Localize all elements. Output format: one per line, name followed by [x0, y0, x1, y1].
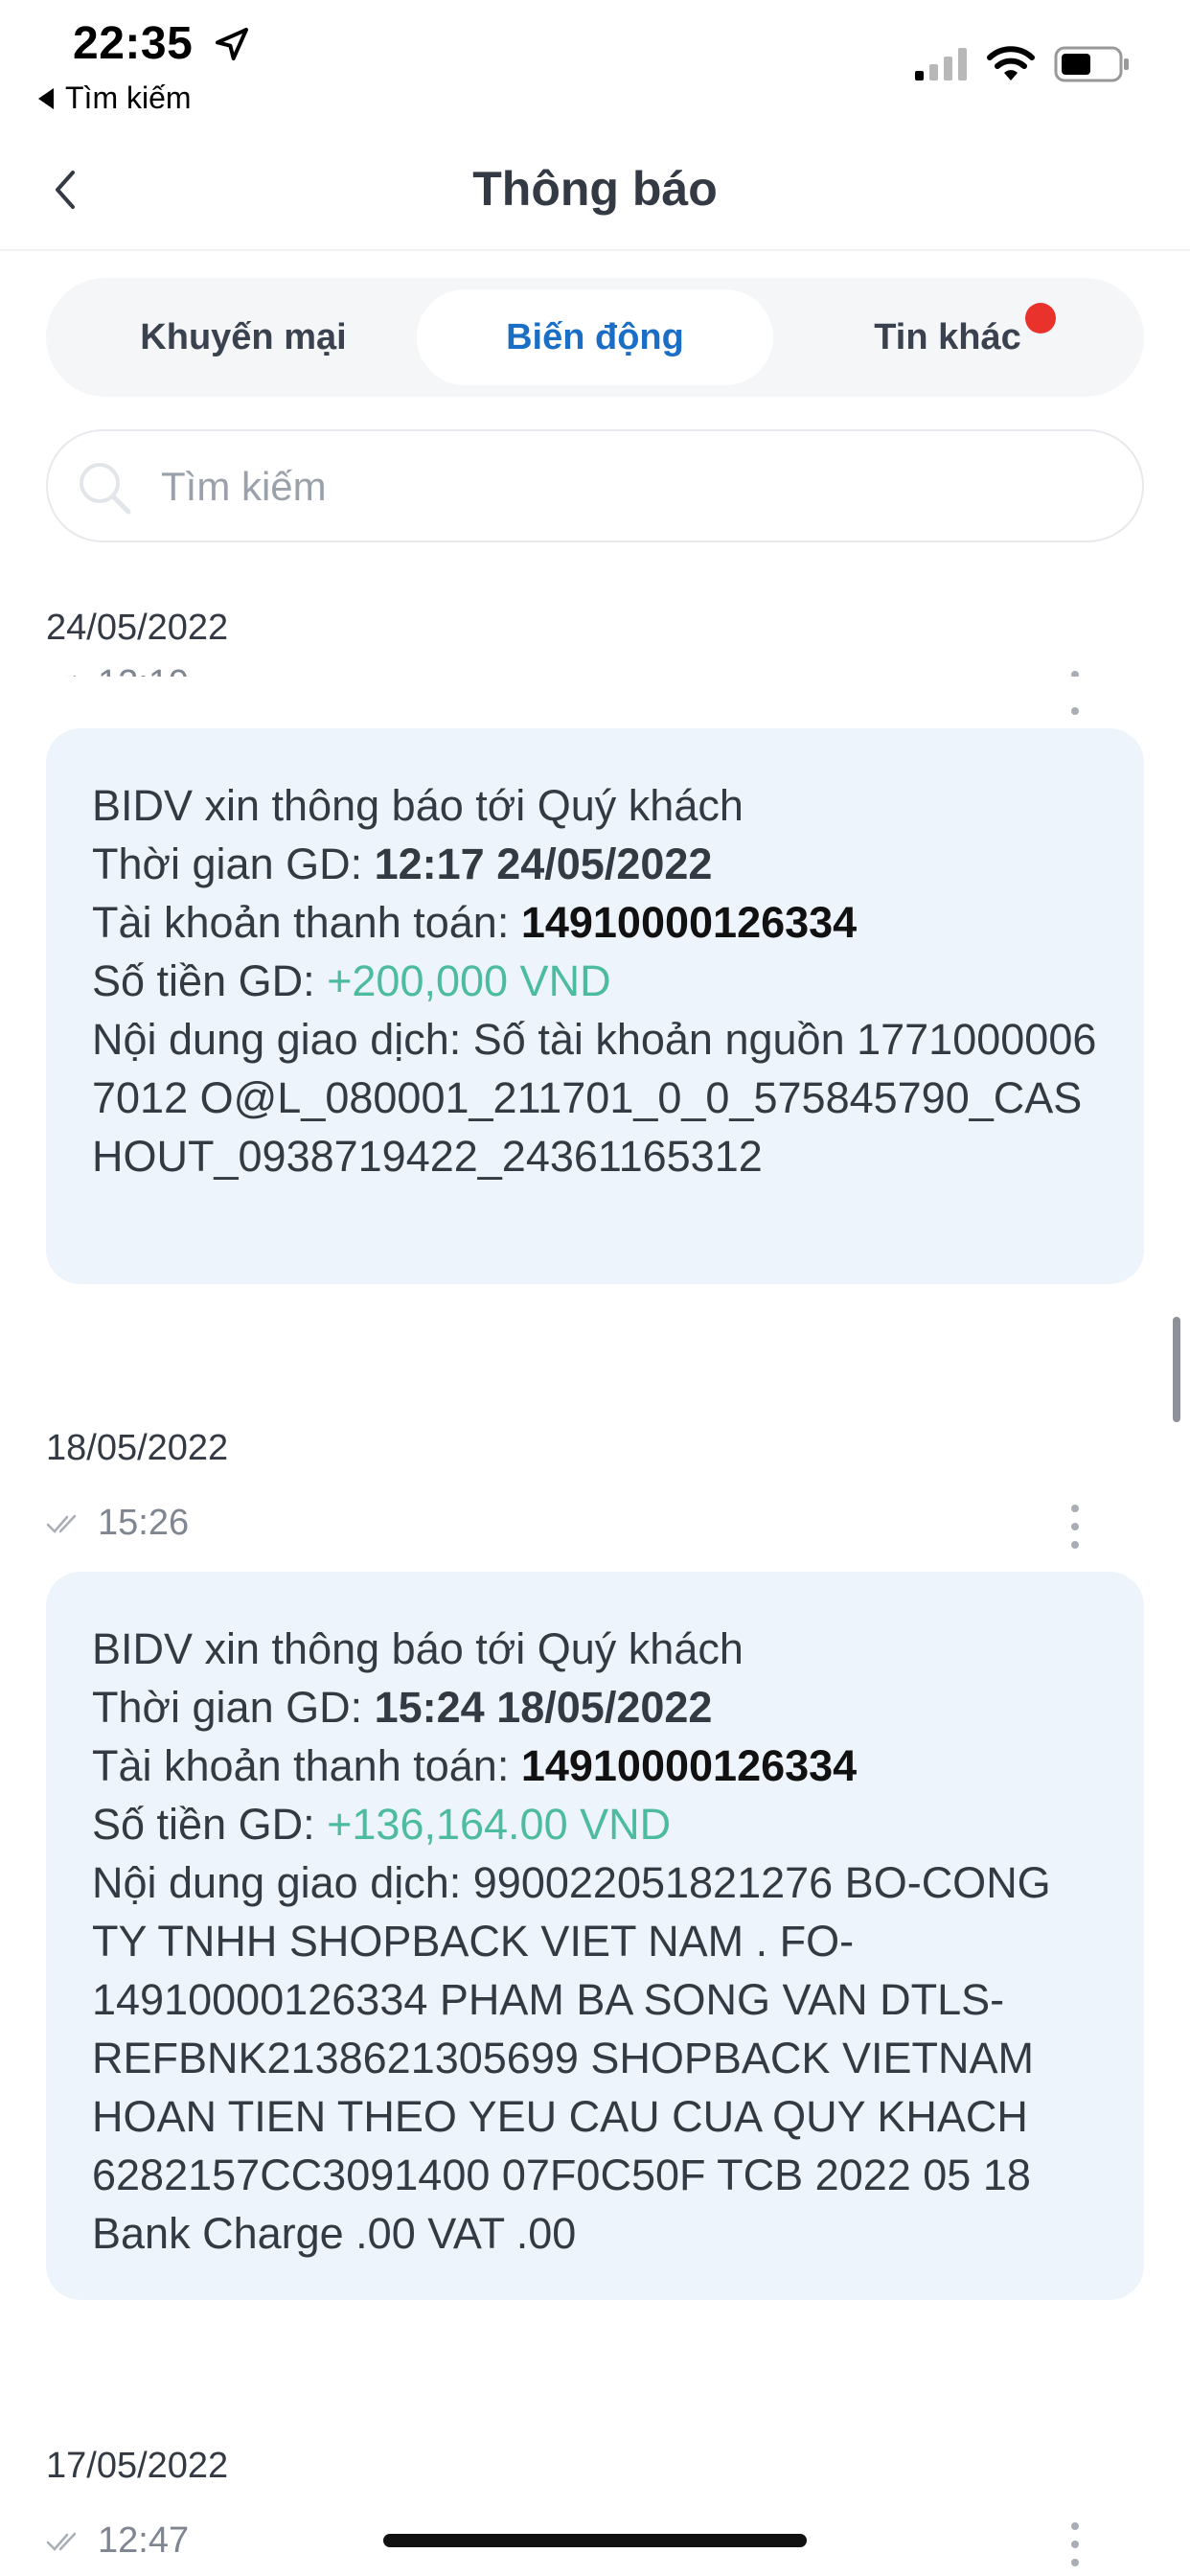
battery-icon: [1054, 46, 1129, 82]
content-row: Nội dung giao dịch: 990022051821276 BO-C…: [92, 1853, 1098, 2263]
app-header: Thông báo: [0, 144, 1190, 251]
back-to-app-link[interactable]: Tìm kiếm: [38, 80, 192, 116]
content-value: 990022051821276 BO-CONG TY TNHH SHOPBACK…: [92, 1858, 1051, 2258]
date-header: 24/05/2022: [46, 608, 229, 648]
account-row: Tài khoản thanh toán: 14910000126334: [92, 893, 1098, 952]
location-arrow-icon: [216, 28, 248, 60]
transaction-time-label: Thời gian GD:: [92, 1683, 375, 1732]
more-options-icon[interactable]: [1069, 2522, 1081, 2566]
double-check-icon: [46, 1514, 77, 1533]
account-label: Tài khoản thanh toán:: [92, 898, 521, 947]
transaction-time-row: Thời gian GD: 15:24 18/05/2022: [92, 1678, 1098, 1736]
notification-greeting: BIDV xin thông báo tới Quý khách: [92, 781, 744, 830]
date-header: 17/05/2022: [46, 2446, 229, 2486]
wifi-icon: [987, 46, 1035, 80]
amount-label: Số tiền GD:: [92, 1800, 328, 1849]
back-to-app-label: Tìm kiếm: [65, 80, 192, 115]
amount-label: Số tiền GD:: [92, 956, 328, 1005]
tab-other-news[interactable]: Tin khác: [769, 289, 1126, 385]
double-check-icon: [46, 2532, 77, 2551]
home-indicator[interactable]: [383, 2534, 807, 2547]
unread-badge: [1025, 303, 1056, 334]
amount-row: Số tiền GD: +136,164.00 VND: [92, 1795, 1098, 1853]
amount-value: +136,164.00 VND: [327, 1800, 672, 1849]
transaction-time-value: 15:24 18/05/2022: [374, 1683, 713, 1732]
amount-value: +200,000 VND: [327, 956, 611, 1005]
notification-time: 12:47: [98, 2520, 190, 2561]
content-label: Nội dung giao dịch:: [92, 1015, 473, 1064]
status-time: 22:35: [73, 18, 194, 69]
more-options-icon[interactable]: [1069, 1505, 1081, 1549]
transaction-time-row: Thời gian GD: 12:17 24/05/2022: [92, 835, 1098, 893]
notification-card[interactable]: BIDV xin thông báo tới Quý khách Thời gi…: [46, 728, 1144, 1284]
back-triangle-icon: [38, 87, 54, 109]
search-box[interactable]: [46, 429, 1144, 542]
search-input[interactable]: [161, 450, 1100, 523]
tab-bar: Khuyến mại Biến động Tin khác: [46, 278, 1144, 397]
content-label: Nội dung giao dịch:: [92, 1858, 473, 1907]
account-value: 14910000126334: [520, 1741, 858, 1790]
amount-row: Số tiền GD: +200,000 VND: [92, 952, 1098, 1010]
notification-greeting: BIDV xin thông báo tới Quý khách: [92, 1624, 744, 1673]
search-icon: [80, 463, 131, 515]
date-header: 18/05/2022: [46, 1428, 229, 1468]
scrollbar[interactable]: [1173, 1317, 1180, 1422]
notification-meta: 15:26: [46, 1503, 189, 1544]
account-row: Tài khoản thanh toán: 14910000126334: [92, 1736, 1098, 1795]
transaction-time-label: Thời gian GD:: [92, 840, 375, 888]
content-row: Nội dung giao dịch: Số tài khoản nguồn 1…: [92, 1010, 1098, 1185]
notification-card[interactable]: BIDV xin thông báo tới Quý khách Thời gi…: [46, 1572, 1144, 2300]
account-label: Tài khoản thanh toán:: [92, 1741, 521, 1790]
cellular-signal-icon: [915, 48, 967, 80]
account-value: 14910000126334: [520, 898, 858, 947]
notification-time: 15:26: [98, 1503, 190, 1543]
notification-meta: 12:47: [46, 2520, 189, 2562]
transaction-time-value: 12:17 24/05/2022: [374, 840, 713, 888]
page-title: Thông báo: [472, 162, 718, 216]
tab-transactions[interactable]: Biến động: [417, 289, 773, 385]
tab-promotions[interactable]: Khuyến mại: [65, 289, 422, 385]
